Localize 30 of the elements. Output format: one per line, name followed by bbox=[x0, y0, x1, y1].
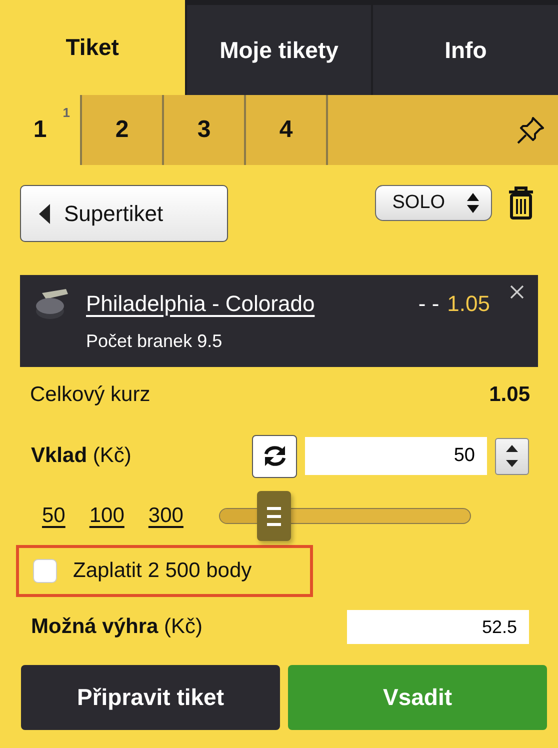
points-label: Zaplatit 2 500 body bbox=[73, 558, 252, 584]
amount-link[interactable]: 100 bbox=[89, 500, 124, 532]
odds-dashes: - - bbox=[418, 290, 440, 318]
possible-win-field[interactable]: 52.5 bbox=[347, 610, 529, 644]
slider-thumb[interactable] bbox=[256, 491, 290, 541]
total-odds-label: Celkový kurz bbox=[30, 382, 150, 408]
checkbox[interactable] bbox=[33, 559, 57, 583]
bet-button[interactable]: Vsadit bbox=[288, 665, 547, 730]
pin-icon[interactable] bbox=[516, 115, 546, 145]
market-text: Počet branek 9.5 bbox=[86, 330, 224, 353]
refresh-button[interactable] bbox=[252, 434, 297, 478]
trash-icon[interactable] bbox=[508, 186, 534, 220]
mode-select[interactable]: SOLO bbox=[375, 185, 492, 221]
ticket-tab[interactable]: 1 1 bbox=[0, 95, 82, 165]
odds-value: 1.05 bbox=[447, 290, 490, 318]
match-link[interactable]: Philadelphia - Colorado bbox=[86, 291, 315, 316]
supertiket-button[interactable]: Supertiket bbox=[20, 185, 228, 242]
total-odds-value: 1.05 bbox=[489, 382, 530, 408]
left-arrow-icon bbox=[39, 204, 50, 224]
tab-count: 1 bbox=[62, 104, 70, 122]
prepare-button[interactable]: Připravit tiket bbox=[21, 665, 280, 730]
amount-link[interactable]: 50 bbox=[42, 500, 66, 532]
refresh-icon bbox=[262, 445, 286, 467]
stake-input[interactable]: 50 bbox=[305, 437, 487, 475]
possible-win-label: Možná výhra (Kč) bbox=[31, 614, 203, 640]
updown-arrows-icon bbox=[467, 192, 479, 214]
amount-link[interactable]: 300 bbox=[148, 500, 184, 532]
stake-spinner[interactable] bbox=[495, 438, 529, 474]
stake-label: Vklad (Kč) bbox=[31, 443, 132, 470]
main-tab[interactable]: Tiket bbox=[0, 0, 187, 95]
